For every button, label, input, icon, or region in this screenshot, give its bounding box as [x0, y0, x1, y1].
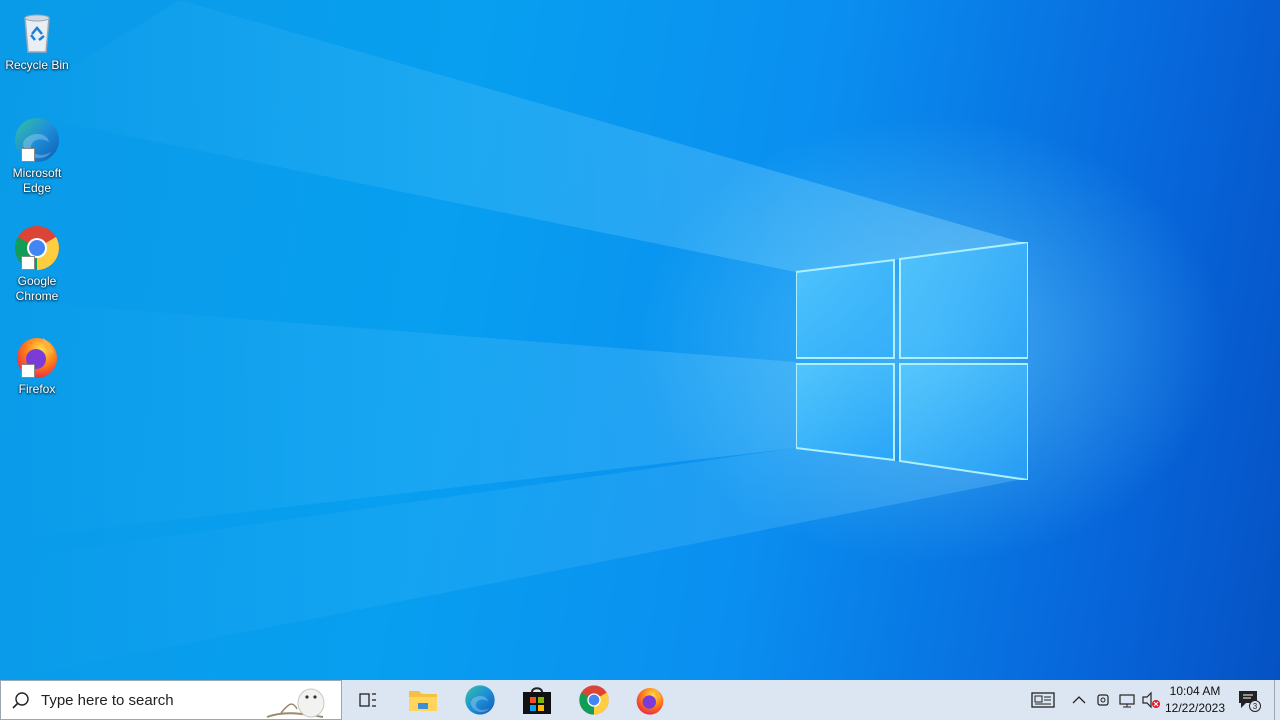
windows-logo	[796, 242, 1028, 480]
search-icon	[12, 692, 29, 709]
notification-count: 3	[1253, 702, 1258, 711]
desktop-icon-recycle-bin[interactable]: Recycle Bin	[2, 8, 72, 73]
desktop-icon-microsoft-edge[interactable]: Microsoft Edge	[2, 116, 72, 196]
recycle-bin-icon	[13, 8, 61, 56]
taskbar-chrome-button[interactable]	[566, 680, 622, 720]
clock[interactable]: 10:04 AM 12/22/2023	[1160, 683, 1230, 717]
store-icon	[523, 687, 551, 714]
show-desktop-button[interactable]	[1274, 680, 1280, 720]
desktop-icon-label: Firefox	[18, 382, 56, 396]
volume-muted-icon	[1142, 691, 1160, 709]
task-view-icon	[359, 693, 376, 707]
action-center-button[interactable]: 3	[1234, 680, 1264, 720]
firefox-icon	[636, 688, 664, 715]
meet-now-button[interactable]	[1092, 680, 1114, 720]
chrome-icon	[579, 685, 609, 715]
show-hidden-icons-button[interactable]	[1068, 680, 1090, 720]
meet-now-icon	[1097, 694, 1109, 706]
shortcut-arrow-icon	[21, 256, 35, 270]
edge-icon	[13, 116, 61, 164]
task-view-button[interactable]	[340, 680, 396, 720]
taskbar-edge-button[interactable]	[452, 680, 508, 720]
search-box[interactable]: Type here to search	[0, 680, 342, 720]
desktop-icon-firefox[interactable]: Firefox	[2, 332, 72, 397]
desktop-icon-label: Recycle Bin	[5, 58, 69, 72]
desktop-icon-label: Microsoft Edge	[12, 166, 62, 195]
taskbar-store-button[interactable]	[509, 680, 565, 720]
taskbar-file-explorer-button[interactable]	[395, 680, 451, 720]
desktop[interactable]: Recycle Bin Microsoft Edge Google Chrome…	[0, 0, 1280, 680]
news-and-interests-button[interactable]	[1026, 680, 1060, 720]
chrome-icon	[13, 224, 61, 272]
shortcut-arrow-icon	[21, 148, 35, 162]
edge-icon	[465, 685, 495, 715]
shortcut-arrow-icon	[21, 364, 35, 378]
desktop-icon-label: Google Chrome	[15, 274, 59, 303]
volume-button[interactable]	[1140, 680, 1162, 720]
folder-icon	[409, 691, 437, 711]
clock-date: 12/22/2023	[1164, 701, 1226, 715]
chevron-up-icon	[1072, 696, 1086, 704]
taskbar-firefox-button[interactable]	[622, 680, 678, 720]
wallpaper-light-beams	[0, 0, 1028, 680]
desktop-icon-google-chrome[interactable]: Google Chrome	[2, 224, 72, 304]
network-icon	[1119, 694, 1135, 708]
taskbar: Type here to search 10:04 AM 12/22/2023 …	[0, 680, 1280, 720]
clock-time: 10:04 AM	[1169, 684, 1221, 698]
notification-icon: 3	[1239, 691, 1261, 712]
search-placeholder: Type here to search	[41, 692, 174, 709]
network-button[interactable]	[1116, 680, 1138, 720]
news-icon	[1031, 692, 1055, 708]
firefox-icon	[13, 332, 61, 380]
search-highlight-owl-icon	[266, 688, 325, 718]
